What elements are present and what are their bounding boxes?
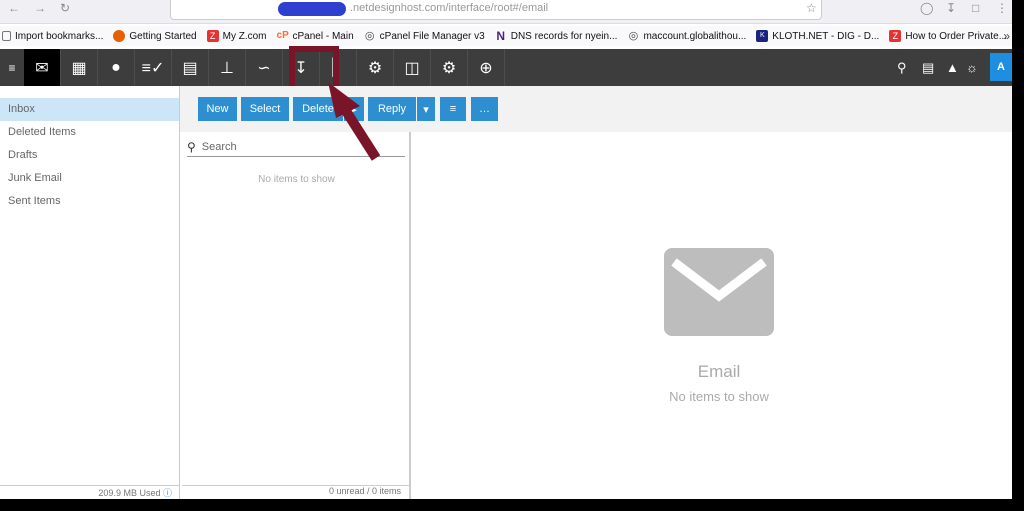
- screenshot-frame: ← → ↻ .netdesignhost.com/interface/root#…: [0, 0, 1024, 511]
- annotation-arrow: [328, 82, 381, 161]
- browser-window: ← → ↻ .netdesignhost.com/interface/root#…: [0, 0, 1012, 499]
